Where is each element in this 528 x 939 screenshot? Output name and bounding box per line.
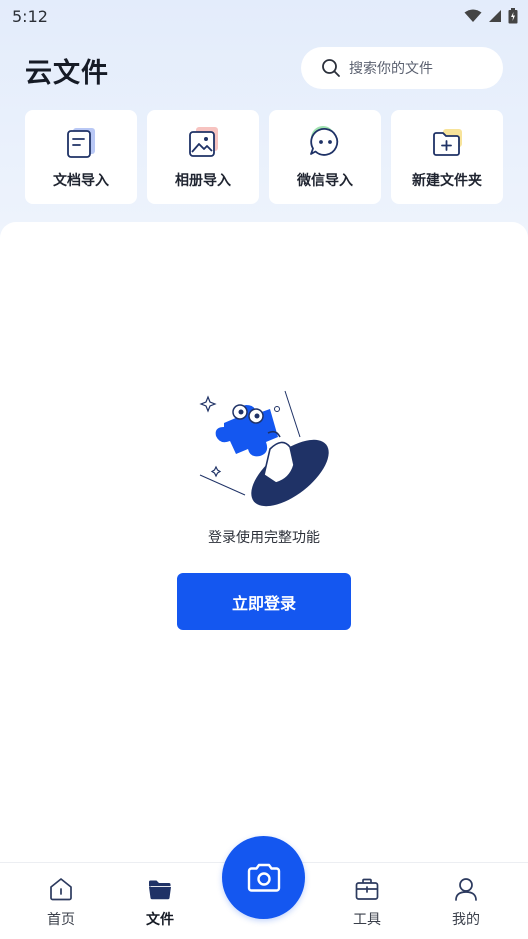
- login-prompt-text: 登录使用完整功能: [208, 530, 320, 546]
- album-import-label: 相册导入: [175, 173, 231, 189]
- new-folder-button[interactable]: 新建文件夹: [391, 110, 503, 204]
- search-icon: [322, 59, 340, 77]
- cellular-signal-icon: [489, 10, 501, 22]
- battery-icon: [508, 8, 518, 24]
- search-placeholder: 搜索你的文件: [349, 61, 433, 77]
- profile-icon: [455, 878, 477, 901]
- nav-item-files[interactable]: 文件: [120, 875, 200, 931]
- status-time: 5:12: [12, 6, 48, 26]
- nav-item-home[interactable]: 首页: [21, 875, 101, 931]
- nav-label-files: 文件: [146, 912, 174, 928]
- nav-item-profile[interactable]: 我的: [426, 875, 506, 931]
- wechat-import-button[interactable]: 微信导入: [269, 110, 381, 204]
- quick-actions: 文档导入 相册导入 微信导入 新建文件夹: [25, 110, 503, 204]
- status-icons: [464, 8, 518, 24]
- new-folder-label: 新建文件夹: [412, 173, 482, 189]
- puzzle-piece-illustration: [199, 390, 329, 507]
- nav-item-tools[interactable]: 工具: [327, 875, 407, 931]
- page-title: 云文件: [25, 58, 109, 89]
- nav-label-tools: 工具: [353, 912, 381, 928]
- nav-label-profile: 我的: [452, 912, 480, 928]
- document-import-label: 文档导入: [53, 173, 109, 189]
- nav-label-home: 首页: [47, 912, 75, 928]
- home-icon: [50, 878, 72, 901]
- document-import-button[interactable]: 文档导入: [25, 110, 137, 204]
- toolbox-icon: [355, 878, 379, 900]
- wifi-icon: [464, 9, 482, 22]
- wechat-import-label: 微信导入: [297, 173, 353, 189]
- album-import-button[interactable]: 相册导入: [147, 110, 259, 204]
- photo-album-icon: [189, 127, 218, 157]
- document-icon: [67, 128, 95, 158]
- status-bar: 5:12: [0, 0, 528, 32]
- folder-icon: [149, 880, 173, 900]
- new-folder-icon: [433, 129, 462, 156]
- file-list-panel: 登录使用完整功能 立即登录: [0, 222, 528, 862]
- search-input[interactable]: 搜索你的文件: [301, 47, 503, 89]
- header: 云文件 搜索你的文件: [0, 44, 528, 94]
- camera-icon: [247, 863, 280, 892]
- camera-scan-button[interactable]: [222, 836, 305, 919]
- login-button[interactable]: 立即登录: [177, 573, 351, 630]
- wechat-chat-icon: [310, 126, 339, 156]
